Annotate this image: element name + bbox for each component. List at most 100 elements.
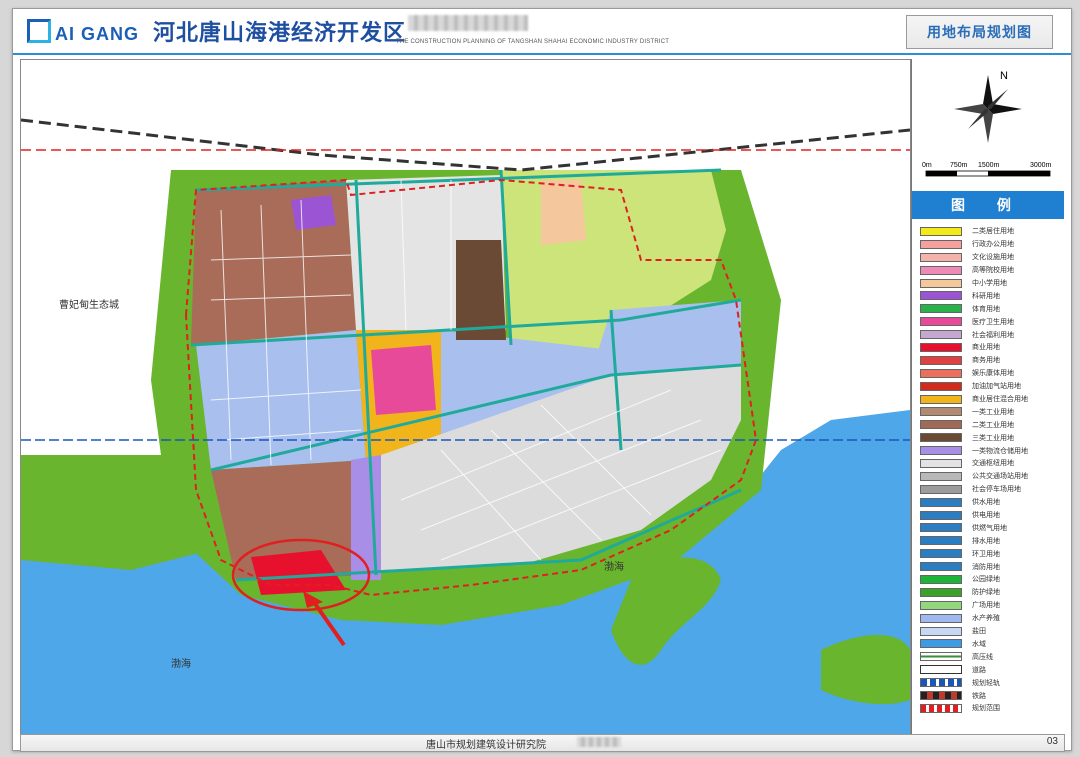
legend-item: 规划范围 [920, 702, 1062, 715]
legend-item: 体育用地 [920, 302, 1062, 315]
legend-swatch [920, 562, 962, 572]
legend-swatch [920, 484, 962, 494]
legend-item: 加油加气站用地 [920, 380, 1062, 393]
legend-label: 社会停车场用地 [972, 486, 1021, 494]
legend-panel: N 0m 750m 1500m 3000m 图 例 二类居住用地 行政办公用地文化… [911, 59, 1064, 739]
legend-item: 广场用地 [920, 599, 1062, 612]
legend-label: 铁路 [972, 692, 986, 700]
legend-title: 图 例 [912, 191, 1064, 219]
legend-label: 防护绿地 [972, 589, 1000, 597]
haigang-logo: AI GANG [27, 19, 139, 45]
legend-label: 盐田 [972, 628, 986, 636]
legend-item: 高压线 [920, 650, 1062, 663]
legend-item: 二类工业用地 [920, 418, 1062, 431]
scale-0: 0m [922, 162, 932, 169]
legend-swatch [920, 497, 962, 507]
legend-label: 加油加气站用地 [972, 383, 1021, 391]
blurred-watermark [408, 15, 528, 31]
legend-item: 铁路 [920, 689, 1062, 702]
sheet-title: 河北唐山海港经济开发区 [153, 20, 407, 46]
footer-bar: 唐山市规划建筑设计研究院 03 [20, 734, 1065, 752]
legend-swatch [920, 549, 962, 559]
institute-name: 唐山市规划建筑设计研究院 [426, 740, 546, 751]
legend-swatch [920, 536, 962, 546]
legend-item: 文化设施用地 [920, 251, 1062, 264]
legend-item: 交通枢纽用地 [920, 457, 1062, 470]
scale-750: 750m [950, 162, 968, 169]
plan-title-box: 用地布局规划图 [906, 15, 1053, 49]
legend-label: 商业居住混合用地 [972, 396, 1028, 404]
legend-label: 商务用地 [972, 357, 1000, 365]
legend-label: 商业用地 [972, 344, 1000, 352]
map-canvas [21, 60, 910, 740]
legend-label: 交通枢纽用地 [972, 460, 1014, 468]
legend-item: 医疗卫生用地 [920, 315, 1062, 328]
legend-item: 供燃气用地 [920, 521, 1062, 534]
map-label-bohai-left: 渤海 [171, 659, 191, 670]
north-label: N [1000, 70, 1008, 82]
legend-item: 消防用地 [920, 560, 1062, 573]
legend-label: 水域 [972, 640, 986, 648]
legend-item: 规划轻轨 [920, 676, 1062, 689]
legend-swatch [920, 523, 962, 533]
legend-label: 规划范围 [972, 705, 1000, 713]
legend-swatch [920, 703, 962, 713]
map-label-eco-city: 曹妃甸生态城 [59, 300, 119, 311]
legend-label: 公园绿地 [972, 576, 1000, 584]
legend-item: 社会福利用地 [920, 328, 1062, 341]
legend-swatch [920, 330, 962, 340]
legend-item: 供电用地 [920, 509, 1062, 522]
legend-swatch [920, 304, 962, 314]
legend-swatch [920, 317, 962, 327]
sheet-header: AI GANG 河北唐山海港经济开发区 THE CONSTRUCTION PLA… [13, 9, 1071, 55]
legend-label: 中小学用地 [972, 280, 1007, 287]
legend-swatch [920, 291, 962, 301]
legend-item: 环卫用地 [920, 547, 1062, 560]
legend-label: 三类工业用地 [972, 434, 1014, 442]
legend-swatch [920, 368, 962, 378]
legend-label: 道路 [972, 666, 986, 674]
legend-item: 水产养殖 [920, 612, 1062, 625]
legend-swatch [920, 381, 962, 391]
legend-item: 娱乐康体用地 [920, 367, 1062, 380]
legend-label: 二类工业用地 [972, 421, 1014, 429]
legend-swatch [920, 446, 962, 456]
legend-label: 社会福利用地 [972, 331, 1014, 339]
legend-swatch [920, 665, 962, 675]
legend-swatch [920, 342, 962, 352]
legend-item: 高等院校用地 [920, 264, 1062, 277]
legend-swatch [920, 626, 962, 636]
legend-label: 供水用地 [972, 499, 1000, 507]
legend-item: 中小学用地 [920, 277, 1062, 290]
legend-swatch [920, 394, 962, 404]
legend-swatch [920, 458, 962, 468]
map-sheet: AI GANG 河北唐山海港经济开发区 THE CONSTRUCTION PLA… [12, 8, 1072, 752]
legend-label: 排水用地 [972, 537, 1000, 545]
legend-swatch [920, 265, 962, 275]
legend-label: 二类居住用地 [972, 228, 1014, 236]
legend-swatch [920, 587, 962, 597]
legend-swatch [920, 510, 962, 520]
map-label-bohai-right: 渤海 [604, 562, 624, 573]
legend-swatch [920, 574, 962, 584]
scale-1500: 1500m [978, 162, 1000, 169]
legend-label: 行政办公用地 [972, 241, 1014, 249]
north-arrow-scale: N 0m 750m 1500m 3000m [912, 59, 1064, 191]
legend-label: 娱乐康体用地 [972, 370, 1014, 378]
legend-swatch [920, 639, 962, 649]
legend-label: 科研用地 [972, 292, 1000, 300]
legend-label: 医疗卫生用地 [972, 318, 1014, 326]
compass-icon: N 0m 750m 1500m 3000m [922, 70, 1052, 177]
legend-swatch [920, 600, 962, 610]
legend-swatch [920, 471, 962, 481]
legend-item: 公共交通场站用地 [920, 470, 1062, 483]
legend-label: 体育用地 [972, 305, 1000, 313]
legend-swatch [920, 420, 962, 430]
legend-swatch [920, 613, 962, 623]
legend-item: 防护绿地 [920, 586, 1062, 599]
land-use-map[interactable]: 曹妃甸生态城 渤海 渤海 [20, 59, 911, 741]
legend-label: 公共交通场站用地 [972, 473, 1028, 481]
legend-item: 水域 [920, 638, 1062, 651]
legend-swatch [920, 278, 962, 288]
plan-title: 用地布局规划图 [927, 25, 1032, 41]
